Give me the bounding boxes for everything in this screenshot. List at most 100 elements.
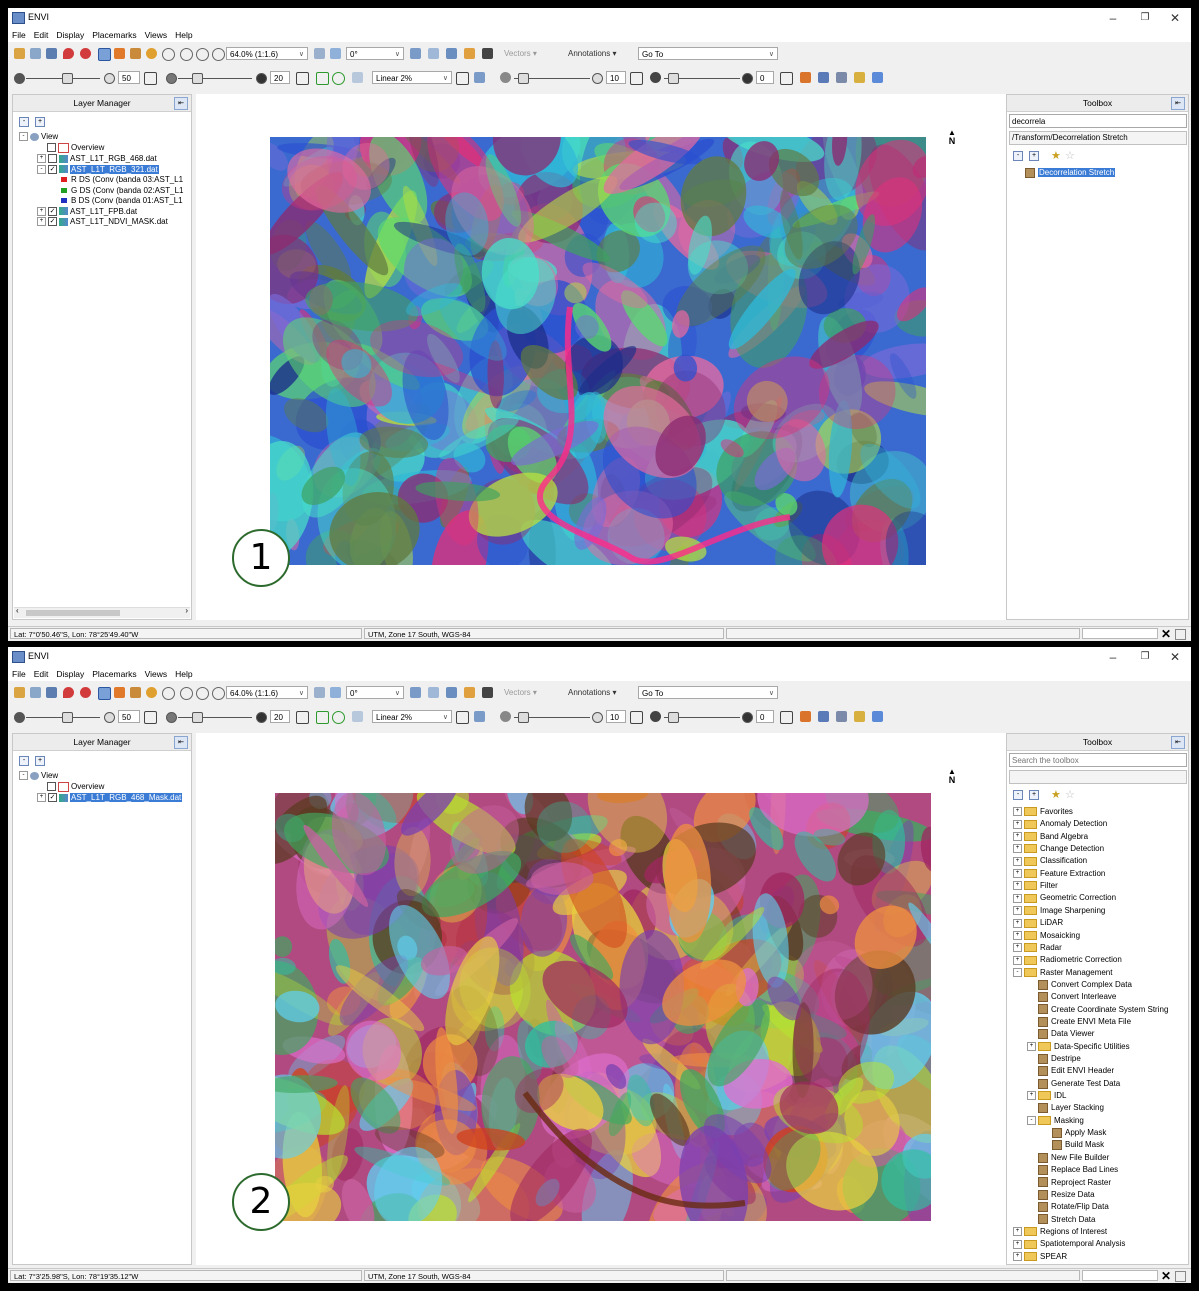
layer-visibility-checkbox[interactable]: ✓ <box>48 206 57 216</box>
layer-visibility-checkbox[interactable]: ✓ <box>48 793 57 803</box>
remove-favorite-icon[interactable]: ☆ <box>1065 788 1075 801</box>
cancel-process-icon[interactable]: ✕ <box>1161 627 1171 641</box>
toolbox-expand-icon[interactable]: + <box>1029 151 1039 161</box>
data-manager-icon[interactable] <box>30 48 41 59</box>
layer-visibility-checkbox[interactable]: ✓ <box>48 164 57 174</box>
vertex-icon[interactable] <box>428 687 439 698</box>
toolbox-folder[interactable]: + Radar <box>1013 942 1062 953</box>
toolbox-folder[interactable]: + IDL <box>1027 1090 1066 1101</box>
expand-toggle-icon[interactable]: + <box>1013 1227 1022 1237</box>
toolbox-tool[interactable]: Resize Data <box>1027 1189 1095 1200</box>
toolbox-folder[interactable]: + Geometric Correction <box>1013 892 1116 903</box>
expand-all-icon[interactable]: + <box>35 756 45 766</box>
transparency-slider-handle[interactable] <box>668 712 679 723</box>
expand-toggle-icon[interactable]: + <box>1013 918 1022 928</box>
reset-contrast-icon[interactable] <box>296 72 309 85</box>
close-button[interactable]: ✕ <box>1159 9 1191 27</box>
view-canvas[interactable]: ▲ N 1 <box>196 94 1006 620</box>
toolbox-folder[interactable]: + Change Detection <box>1013 843 1104 854</box>
toolbox-folder[interactable]: + Favorites <box>1013 806 1073 817</box>
toolbox-folder[interactable]: + Classification <box>1013 855 1087 866</box>
annotations-menu[interactable]: Annotations ▾ <box>568 688 617 697</box>
toolbox-tool[interactable]: Create ENVI Meta File <box>1027 1016 1131 1027</box>
vector-join-icon[interactable] <box>446 48 457 59</box>
menu-edit[interactable]: Edit <box>30 667 53 681</box>
tree-band-node[interactable]: R DS (Conv (banda 03:AST_L1 <box>61 174 183 185</box>
expand-toggle-icon[interactable]: + <box>1013 844 1022 854</box>
expand-toggle-icon[interactable]: + <box>1013 930 1022 940</box>
toolbox-tool[interactable]: Convert Complex Data <box>1027 979 1132 990</box>
flicker-icon[interactable] <box>854 711 865 722</box>
sharpen-input[interactable]: 10 <box>606 710 626 723</box>
sharpen-input[interactable]: 10 <box>606 71 626 84</box>
open-file-icon[interactable] <box>14 48 25 59</box>
minimize-button[interactable]: – <box>1097 648 1129 666</box>
vector-edit-icon[interactable] <box>410 687 421 698</box>
blend-icon[interactable] <box>872 711 883 722</box>
satellite-image[interactable] <box>275 793 931 1221</box>
reset-brightness-icon[interactable] <box>144 72 157 85</box>
toolbox-folder[interactable]: - Masking <box>1027 1115 1084 1126</box>
toolbox-search-input[interactable] <box>1009 753 1187 767</box>
zoom-in-icon[interactable] <box>180 48 193 61</box>
zoom-select[interactable]: 64.0% (1:1.6) <box>226 686 308 700</box>
contrast-slider-handle[interactable] <box>192 712 203 723</box>
brightness-slider-handle[interactable] <box>62 712 73 723</box>
roam-icon[interactable] <box>114 687 125 698</box>
vectors-menu[interactable]: Vectors ▾ <box>504 688 537 697</box>
toolbox-tool[interactable]: Replace Bad Lines <box>1027 1164 1118 1176</box>
pin-icon[interactable] <box>63 48 74 59</box>
histogram-icon[interactable] <box>352 711 363 722</box>
pin-toolbox-icon[interactable]: ⇤ <box>1171 97 1185 110</box>
toolbox-folder[interactable]: + Band Algebra <box>1013 831 1088 842</box>
collapse-all-icon[interactable]: - <box>19 117 29 127</box>
contrast-input[interactable]: 20 <box>270 71 290 84</box>
annotation-icon[interactable] <box>464 48 475 59</box>
zoom-out-icon[interactable] <box>196 48 209 61</box>
sharpen-slider-handle[interactable] <box>518 712 529 723</box>
pin-toolbox-icon[interactable]: ⇤ <box>1171 736 1185 749</box>
expand-toggle-icon[interactable]: + <box>37 793 46 803</box>
contrast-input[interactable]: 20 <box>270 710 290 723</box>
toolbox-tool[interactable]: Stretch Data <box>1027 1214 1095 1225</box>
toolbox-folder[interactable]: + SPEAR <box>1013 1251 1067 1262</box>
vectors-menu[interactable]: Vectors ▾ <box>504 49 537 58</box>
add-favorite-icon[interactable]: ★ <box>1051 788 1061 801</box>
rotate-icon[interactable] <box>146 48 157 59</box>
tree-overview-node[interactable]: Overview <box>47 142 104 153</box>
reset-transparency-icon[interactable] <box>780 72 793 85</box>
expand-toggle-icon[interactable]: + <box>1013 856 1022 866</box>
brightness-input[interactable]: 50 <box>118 71 140 84</box>
toolbox-tool[interactable]: Edit ENVI Header <box>1027 1065 1114 1077</box>
contrast-slider-handle[interactable] <box>192 73 203 84</box>
stretch-select[interactable]: Linear 2% <box>372 71 452 85</box>
menu-help[interactable]: Help <box>171 28 196 42</box>
tree-layer-node[interactable]: + ✓ AST_L1T_FPB.dat <box>37 206 137 217</box>
expand-toggle-icon[interactable]: + <box>37 154 46 164</box>
menu-placemarks[interactable]: Placemarks <box>88 667 140 681</box>
tree-layer-node[interactable]: + ✓ AST_L1T_RGB_468_Mask.dat <box>37 792 183 803</box>
menu-edit[interactable]: Edit <box>30 28 53 42</box>
toolbox-tool[interactable]: Convert Interleave <box>1027 991 1116 1003</box>
expand-toggle-icon[interactable]: + <box>1027 1091 1036 1101</box>
expand-toggle-icon[interactable]: + <box>1027 1042 1036 1052</box>
transparency-input[interactable]: 0 <box>756 71 774 84</box>
expand-toggle-icon[interactable]: + <box>1013 1251 1022 1261</box>
sharpen-slider-handle[interactable] <box>518 73 529 84</box>
toolbox-tool[interactable]: New File Builder <box>1027 1152 1109 1163</box>
collapse-all-icon[interactable]: - <box>19 756 29 766</box>
zoom-in-icon[interactable] <box>180 687 193 700</box>
toolbox-tool[interactable]: Create Coordinate System String <box>1027 1004 1168 1015</box>
crosshair-icon[interactable] <box>80 687 91 698</box>
reset-sharpen-icon[interactable] <box>630 72 643 85</box>
expand-toggle-icon[interactable]: + <box>1013 881 1022 891</box>
zoom-out-icon[interactable] <box>196 687 209 700</box>
toolbox-tool[interactable]: Apply Mask <box>1041 1127 1106 1138</box>
tree-view-node[interactable]: - View <box>19 770 58 781</box>
layer-tree-scrollbar[interactable]: ‹ › <box>14 606 190 618</box>
menu-views[interactable]: Views <box>141 28 172 42</box>
tree-layer-node[interactable]: + AST_L1T_RGB_468.dat <box>37 153 157 164</box>
toolbox-tool[interactable]: Build Mask <box>1041 1139 1104 1151</box>
toolbox-collapse-icon[interactable]: - <box>1013 151 1023 161</box>
expand-toggle-icon[interactable]: + <box>1013 1239 1022 1249</box>
